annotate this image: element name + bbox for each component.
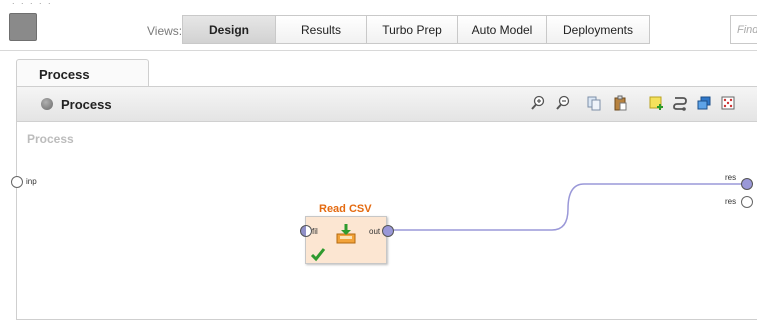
checkmark-icon [310,248,326,262]
operator-output-label: out [369,227,381,236]
search-input[interactable]: Find [730,15,757,44]
top-toolbar: . . . . . Views: Design Results Turbo Pr… [0,0,757,51]
operator-output-port[interactable] [382,225,394,237]
tab-deployments[interactable]: Deployments [546,15,650,44]
tab-process[interactable]: Process [16,59,149,87]
menu-bar-stub: . . . . . [12,0,53,6]
process-panel: Process Process inp res res Read CSV fil… [11,86,757,320]
view-tabs: Design Results Turbo Prep Auto Model Dep… [182,15,650,44]
operator-input-port[interactable] [300,225,312,237]
tab-design[interactable]: Design [182,15,276,44]
tab-turbo-prep[interactable]: Turbo Prep [366,15,458,44]
connection-wire [393,183,741,231]
tab-auto-model[interactable]: Auto Model [457,15,547,44]
result-port-1[interactable] [741,178,753,190]
read-csv-operator[interactable]: fil out [300,216,394,264]
app-logo-button[interactable] [9,13,37,41]
read-csv-icon [336,224,356,244]
operator-input-label: fil [312,227,318,236]
result-port-2[interactable] [741,196,753,208]
tab-results[interactable]: Results [275,15,367,44]
operator-title: Read CSV [319,203,372,215]
views-label: Views: [147,24,183,38]
output-port-label-2: res [725,197,737,206]
output-port-label-1: res [725,173,737,182]
